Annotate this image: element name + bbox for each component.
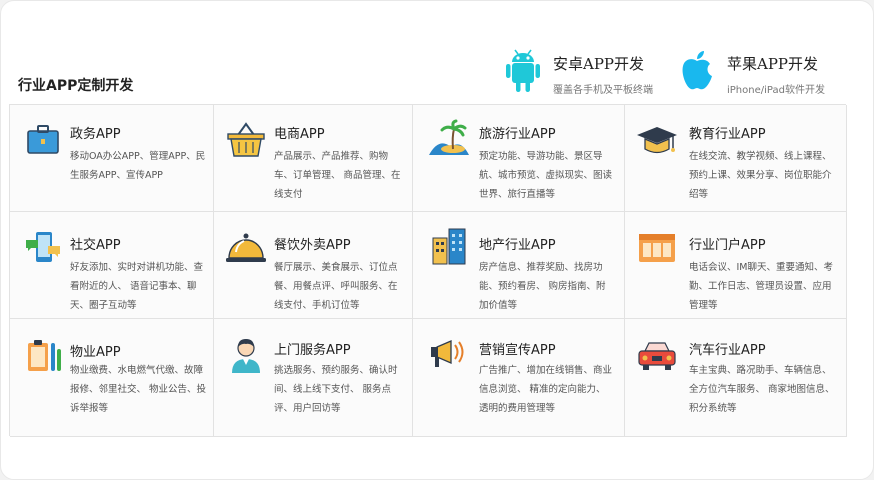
industry-title: 餐饮外卖APP [274,238,351,253]
island-icon [429,119,469,155]
industry-desc: 预定功能、导游功能、景区导航、城市预览、虚拟现实、图读世界、旅行直播等 [479,151,613,200]
apple-title: 苹果APP开发 [727,55,819,73]
android-icon [506,49,540,92]
industry-title: 地产行业APP [479,238,556,253]
industry-grid: 政务APP 移动OA办公APP、管理APP、民生服务APP、宣传APP 电商AP… [9,104,847,437]
industry-title: 政务APP [70,127,121,142]
industry-desc: 移动OA办公APP、管理APP、民生服务APP、宣传APP [70,151,206,181]
industry-title: 营销宣传APP [479,343,556,358]
industry-desc: 电话会议、IM聊天、重要通知、考勤、工作日志、管理员设置、应用管理等 [689,262,833,311]
apple-icon [682,51,712,90]
industry-desc: 好友添加、实时对讲机功能、查看附近的人、 语音记事本、聊天、圈子互动等 [70,262,204,311]
industry-card-social[interactable]: 社交APP 好友添加、实时对讲机功能、查看附近的人、 语音记事本、聊天、圈子互动… [10,212,214,319]
industry-card-portal[interactable]: 行业门户APP 电话会议、IM聊天、重要通知、考勤、工作日志、管理员设置、应用管… [625,212,847,319]
industry-card-real-estate[interactable]: 地产行业APP 房产信息、推荐奖励、找房功能、预约看房、 购房指南、附加价值等 [413,212,625,319]
graduation-cap-icon [637,127,677,154]
industry-title: 物业APP [70,345,121,360]
industry-card-automotive[interactable]: 汽车行业APP 车主宝典、路况助手、车辆信息、全方位汽车服务、 商家地图信息、积… [625,319,847,437]
industry-title: 电商APP [274,127,325,142]
section-title: 行业APP定制开发 [18,78,134,94]
portal-icon [639,234,675,262]
food-cloche-icon [226,233,266,262]
industry-title: 汽车行业APP [689,343,766,358]
industry-card-tourism[interactable]: 旅游行业APP 预定功能、导游功能、景区导航、城市预览、虚拟现实、图读世界、旅行… [413,105,625,212]
industry-desc: 车主宝典、路况助手、车辆信息、全方位汽车服务、 商家地图信息、积分系统等 [689,365,835,414]
industry-title: 旅游行业APP [479,127,556,142]
industry-card-food-delivery[interactable]: 餐饮外卖APP 餐厅展示、美食展示、订位点餐、用餐点评、呼叫服务、在线支付、手机… [214,212,413,319]
industry-card-home-service[interactable]: 上门服务APP 挑选服务、预约服务、确认时间、线上线下支付、 服务点评、用户回访… [214,319,413,437]
industry-title: 行业门户APP [689,238,766,253]
industry-card-marketing[interactable]: 营销宣传APP 广告推广、增加在线销售、商业信息浏览、 精准的定向能力、透明的费… [413,319,625,437]
industry-card-government[interactable]: 政务APP 移动OA办公APP、管理APP、民生服务APP、宣传APP [10,105,214,212]
industry-desc: 房产信息、推荐奖励、找房功能、预约看房、 购房指南、附加价值等 [479,262,606,311]
property-tools-icon [28,340,61,371]
shopping-basket-icon [227,122,265,157]
apple-subtitle: iPhone/iPad软件开发 [727,85,825,96]
industry-title: 社交APP [70,238,121,253]
industry-desc: 餐厅展示、美食展示、订位点餐、用餐点评、呼叫服务、在线支付、手机订位等 [274,262,398,311]
android-title: 安卓APP开发 [553,55,645,73]
industry-card-property[interactable]: 物业APP 物业缴费、水电燃气代缴、故障报修、邻里社交、 物业公告、投诉举报等 [10,319,214,437]
briefcase-icon [27,125,59,154]
industry-title: 上门服务APP [274,343,351,358]
industry-desc: 产品展示、产品推荐、购物车、订单管理、 商品管理、在线支付 [274,151,401,200]
megaphone-icon [431,340,464,367]
buildings-icon [432,228,466,265]
chat-phone-icon [26,232,60,262]
page-frame: 行业APP定制开发 安卓APP开发 覆盖各手机及平板终端 苹果APP开发 iPh [0,0,874,480]
industry-card-education[interactable]: 教育行业APP 在线交流、教学视频、线上课程、预约上课、效果分享、岗位职能介绍等 [625,105,847,212]
android-subtitle: 覆盖各手机及平板终端 [553,85,653,96]
industry-desc: 物业缴费、水电燃气代缴、故障报修、邻里社交、 物业公告、投诉举报等 [70,365,207,414]
industry-card-ecommerce[interactable]: 电商APP 产品展示、产品推荐、购物车、订单管理、 商品管理、在线支付 [214,105,413,212]
industry-desc: 广告推广、增加在线销售、商业信息浏览、 精准的定向能力、透明的费用管理等 [479,365,613,414]
android-platform[interactable]: 安卓APP开发 覆盖各手机及平板终端 [499,47,653,96]
industry-title: 教育行业APP [689,127,766,142]
service-agent-icon [232,339,260,373]
industry-desc: 在线交流、教学视频、线上课程、预约上课、效果分享、岗位职能介绍等 [689,151,832,200]
industry-desc: 挑选服务、预约服务、确认时间、线上线下支付、 服务点评、用户回访等 [274,365,398,414]
apple-platform[interactable]: 苹果APP开发 iPhone/iPad软件开发 [673,47,825,96]
car-icon [638,342,676,370]
